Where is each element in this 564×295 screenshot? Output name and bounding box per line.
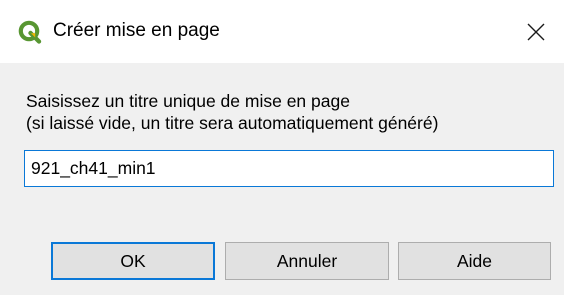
layout-title-input[interactable] [24,150,554,187]
cancel-button[interactable]: Annuler [225,242,389,280]
dialog-title: Créer mise en page [53,20,220,41]
prompt-line-2: (si laissé vide, un titre sera automatiq… [26,113,439,133]
close-button[interactable] [508,0,564,63]
close-icon [527,23,545,40]
help-button[interactable]: Aide [398,242,551,280]
title-bar[interactable]: Créer mise en page [0,0,564,63]
prompt-line-1: Saisissez un titre unique de mise en pag… [26,91,350,111]
ok-button[interactable]: OK [51,242,215,280]
prompt-label: Saisissez un titre unique de mise en pag… [26,90,438,134]
qgis-logo-icon [18,20,42,44]
dialog-body: Saisissez un titre unique de mise en pag… [0,63,564,295]
create-layout-dialog: Créer mise en page Saisissez un titre un… [0,0,564,295]
